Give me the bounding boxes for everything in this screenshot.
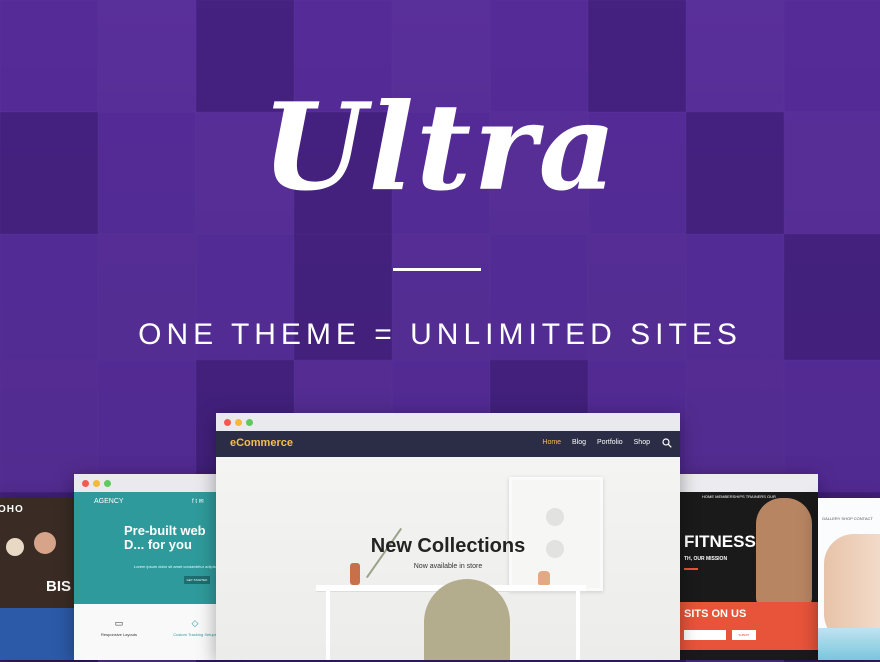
agency-logo[interactable]: AGENCY: [94, 498, 124, 505]
food-photo: [6, 538, 24, 556]
photo-heading: OHO: [0, 504, 24, 515]
window-titlebar: [74, 474, 224, 492]
feature-item: ▭ Responsive Layouts: [94, 618, 144, 637]
ecommerce-menu: Home Blog Portfolio Shop: [533, 439, 650, 446]
get-started-button[interactable]: GET STARTED: [184, 576, 210, 584]
picture-frame: [509, 477, 603, 591]
ecommerce-navbar: eCommerce Home Blog Portfolio Shop: [216, 431, 680, 457]
demo-window-agency[interactable]: AGENCY f t ✉ Pre-built web D... for you …: [74, 474, 224, 660]
window-titlebar: [216, 413, 680, 431]
menu-item-shop[interactable]: Shop: [634, 439, 650, 446]
agency-features: ▭ Responsive Layouts ◇ Custom Tracking Set…: [74, 604, 224, 660]
minimize-dot-icon[interactable]: [235, 419, 242, 426]
demo-window-beauty[interactable]: GALLERY SHOP CONTACT: [818, 498, 880, 660]
menu-item-home[interactable]: Home: [542, 439, 561, 446]
accent-bar: [684, 568, 698, 570]
beauty-nav[interactable]: GALLERY SHOP CONTACT: [822, 516, 873, 521]
photo-footer-strip: [0, 608, 80, 660]
hero-tagline: ONE THEME = UNLIMITED SITES: [138, 318, 742, 351]
visit-form: SITS ON US SUBMIT: [680, 602, 818, 650]
agency-hero: AGENCY f t ✉ Pre-built web D... for you …: [74, 492, 224, 604]
demo-window-fitness[interactable]: HOME MEMBERSHIPS TRAINERS OUR FITNESS TH…: [680, 474, 818, 660]
search-icon[interactable]: [662, 438, 672, 448]
menu-item-portfolio[interactable]: Portfolio: [597, 439, 623, 446]
maximize-dot-icon[interactable]: [104, 480, 111, 487]
water-splash: [818, 628, 880, 660]
maximize-dot-icon[interactable]: [246, 419, 253, 426]
athlete-photo: [756, 498, 812, 608]
food-photo: [34, 532, 56, 554]
fitness-nav[interactable]: HOME MEMBERSHIPS TRAINERS OUR: [702, 494, 776, 499]
feature-item: ◇ Custom Tracking Setups: [170, 618, 220, 637]
close-dot-icon[interactable]: [224, 419, 231, 426]
desk-leg: [576, 591, 580, 660]
plant-pot: [538, 571, 550, 585]
desk-leg: [326, 591, 330, 660]
collection-subheading: Now available in store: [413, 563, 483, 570]
tag-icon: ◇: [191, 618, 199, 628]
chair: [424, 579, 510, 660]
agency-tagline: Lorem ipsum dolor sit amet consectetur a…: [134, 564, 223, 569]
frame-circle: [546, 508, 564, 526]
fitness-subheading: TH, OUR MISSION: [684, 556, 728, 562]
submit-button[interactable]: SUBMIT: [732, 630, 756, 640]
demo-window-ecommerce[interactable]: eCommerce Home Blog Portfolio Shop New C…: [216, 413, 680, 660]
fitness-heading: FITNESS: [684, 532, 756, 551]
hero-scene: New Collections Now available in store: [216, 457, 680, 660]
agency-heading: Pre-built web D... for you: [124, 523, 206, 552]
minimize-dot-icon[interactable]: [93, 480, 100, 487]
divider: [393, 268, 481, 271]
photo-subheading: BIS: [46, 578, 72, 595]
visit-heading: SITS ON US: [684, 608, 747, 620]
collection-heading: New Collections: [370, 535, 526, 557]
ecommerce-brand[interactable]: eCommerce: [230, 437, 293, 449]
close-dot-icon[interactable]: [82, 480, 89, 487]
hero-title: Ultra: [261, 77, 619, 218]
social-icons[interactable]: f t ✉: [192, 498, 204, 505]
menu-item-blog[interactable]: Blog: [572, 439, 586, 446]
window-titlebar: [680, 474, 818, 492]
demo-window-photo[interactable]: OHO BIS: [0, 498, 80, 660]
email-field[interactable]: [684, 630, 726, 640]
truck-icon: ▭: [114, 618, 124, 628]
